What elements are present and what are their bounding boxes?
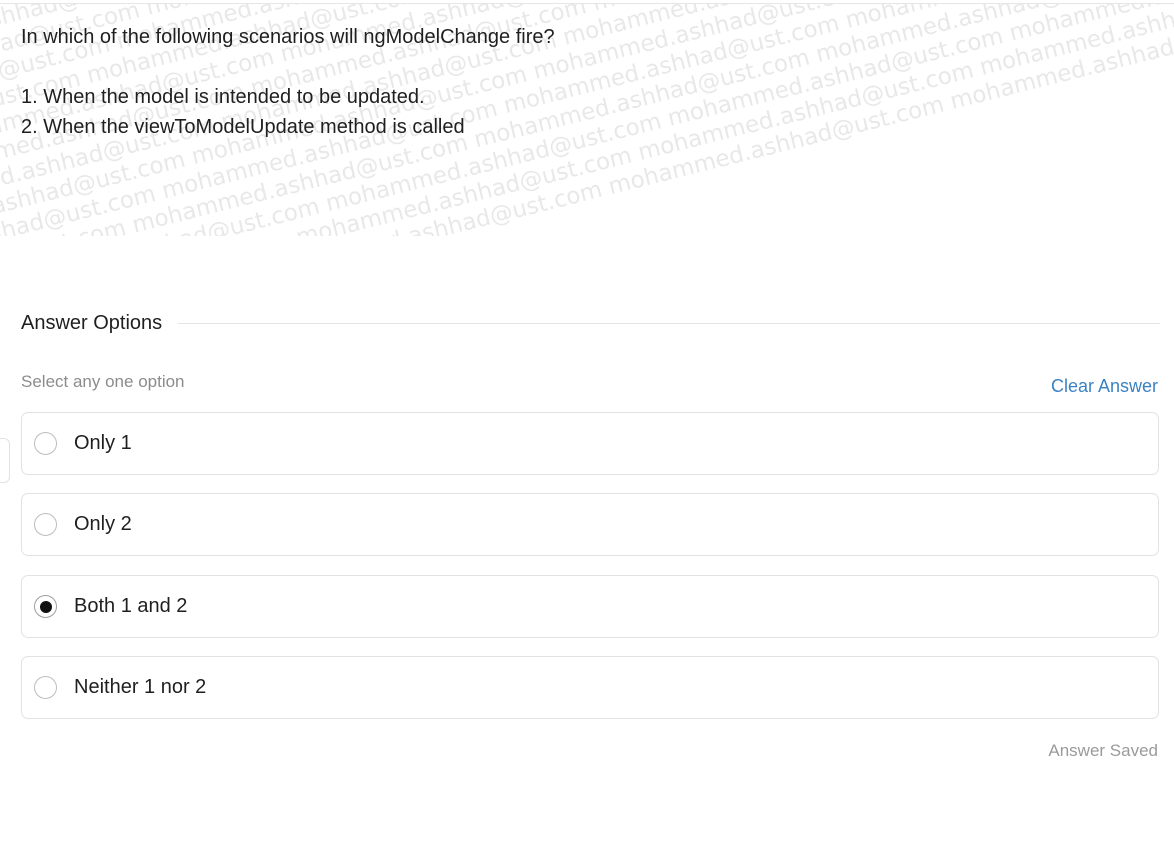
- radio-dot-icon: [39, 600, 52, 613]
- radio-button[interactable]: [34, 432, 57, 455]
- question-text: In which of the following scenarios will…: [21, 22, 555, 142]
- section-divider: [178, 322, 1160, 324]
- radio-button[interactable]: [34, 676, 57, 699]
- selection-hint: Select any one option: [21, 372, 185, 391]
- answer-option-only-2[interactable]: Only 2: [21, 493, 1159, 556]
- answer-option-both[interactable]: Both 1 and 2: [21, 575, 1159, 638]
- answer-saved-status: Answer Saved: [1048, 741, 1158, 760]
- question-panel: mohammed.ashhad@ust.com mohammed.ashhad@…: [0, 4, 1174, 236]
- question-statement-1: 1. When the model is intended to be upda…: [21, 86, 425, 108]
- option-label: Neither 1 nor 2: [74, 676, 207, 698]
- question-statement-2: 2. When the viewToModelUpdate method is …: [21, 116, 465, 138]
- option-label: Only 1: [74, 432, 132, 454]
- radio-button-selected[interactable]: [34, 595, 57, 618]
- side-handle[interactable]: [0, 438, 10, 483]
- section-title: Answer Options: [21, 311, 163, 334]
- clear-answer-button[interactable]: Clear Answer: [1051, 376, 1158, 397]
- question-title: In which of the following scenarios will…: [21, 26, 555, 48]
- option-label: Both 1 and 2: [74, 595, 188, 617]
- answer-option-only-1[interactable]: Only 1: [21, 412, 1159, 475]
- option-label: Only 2: [74, 513, 132, 535]
- answer-option-neither[interactable]: Neither 1 nor 2: [21, 656, 1159, 719]
- radio-button[interactable]: [34, 513, 57, 536]
- answer-options-header: Answer Options: [21, 309, 1160, 337]
